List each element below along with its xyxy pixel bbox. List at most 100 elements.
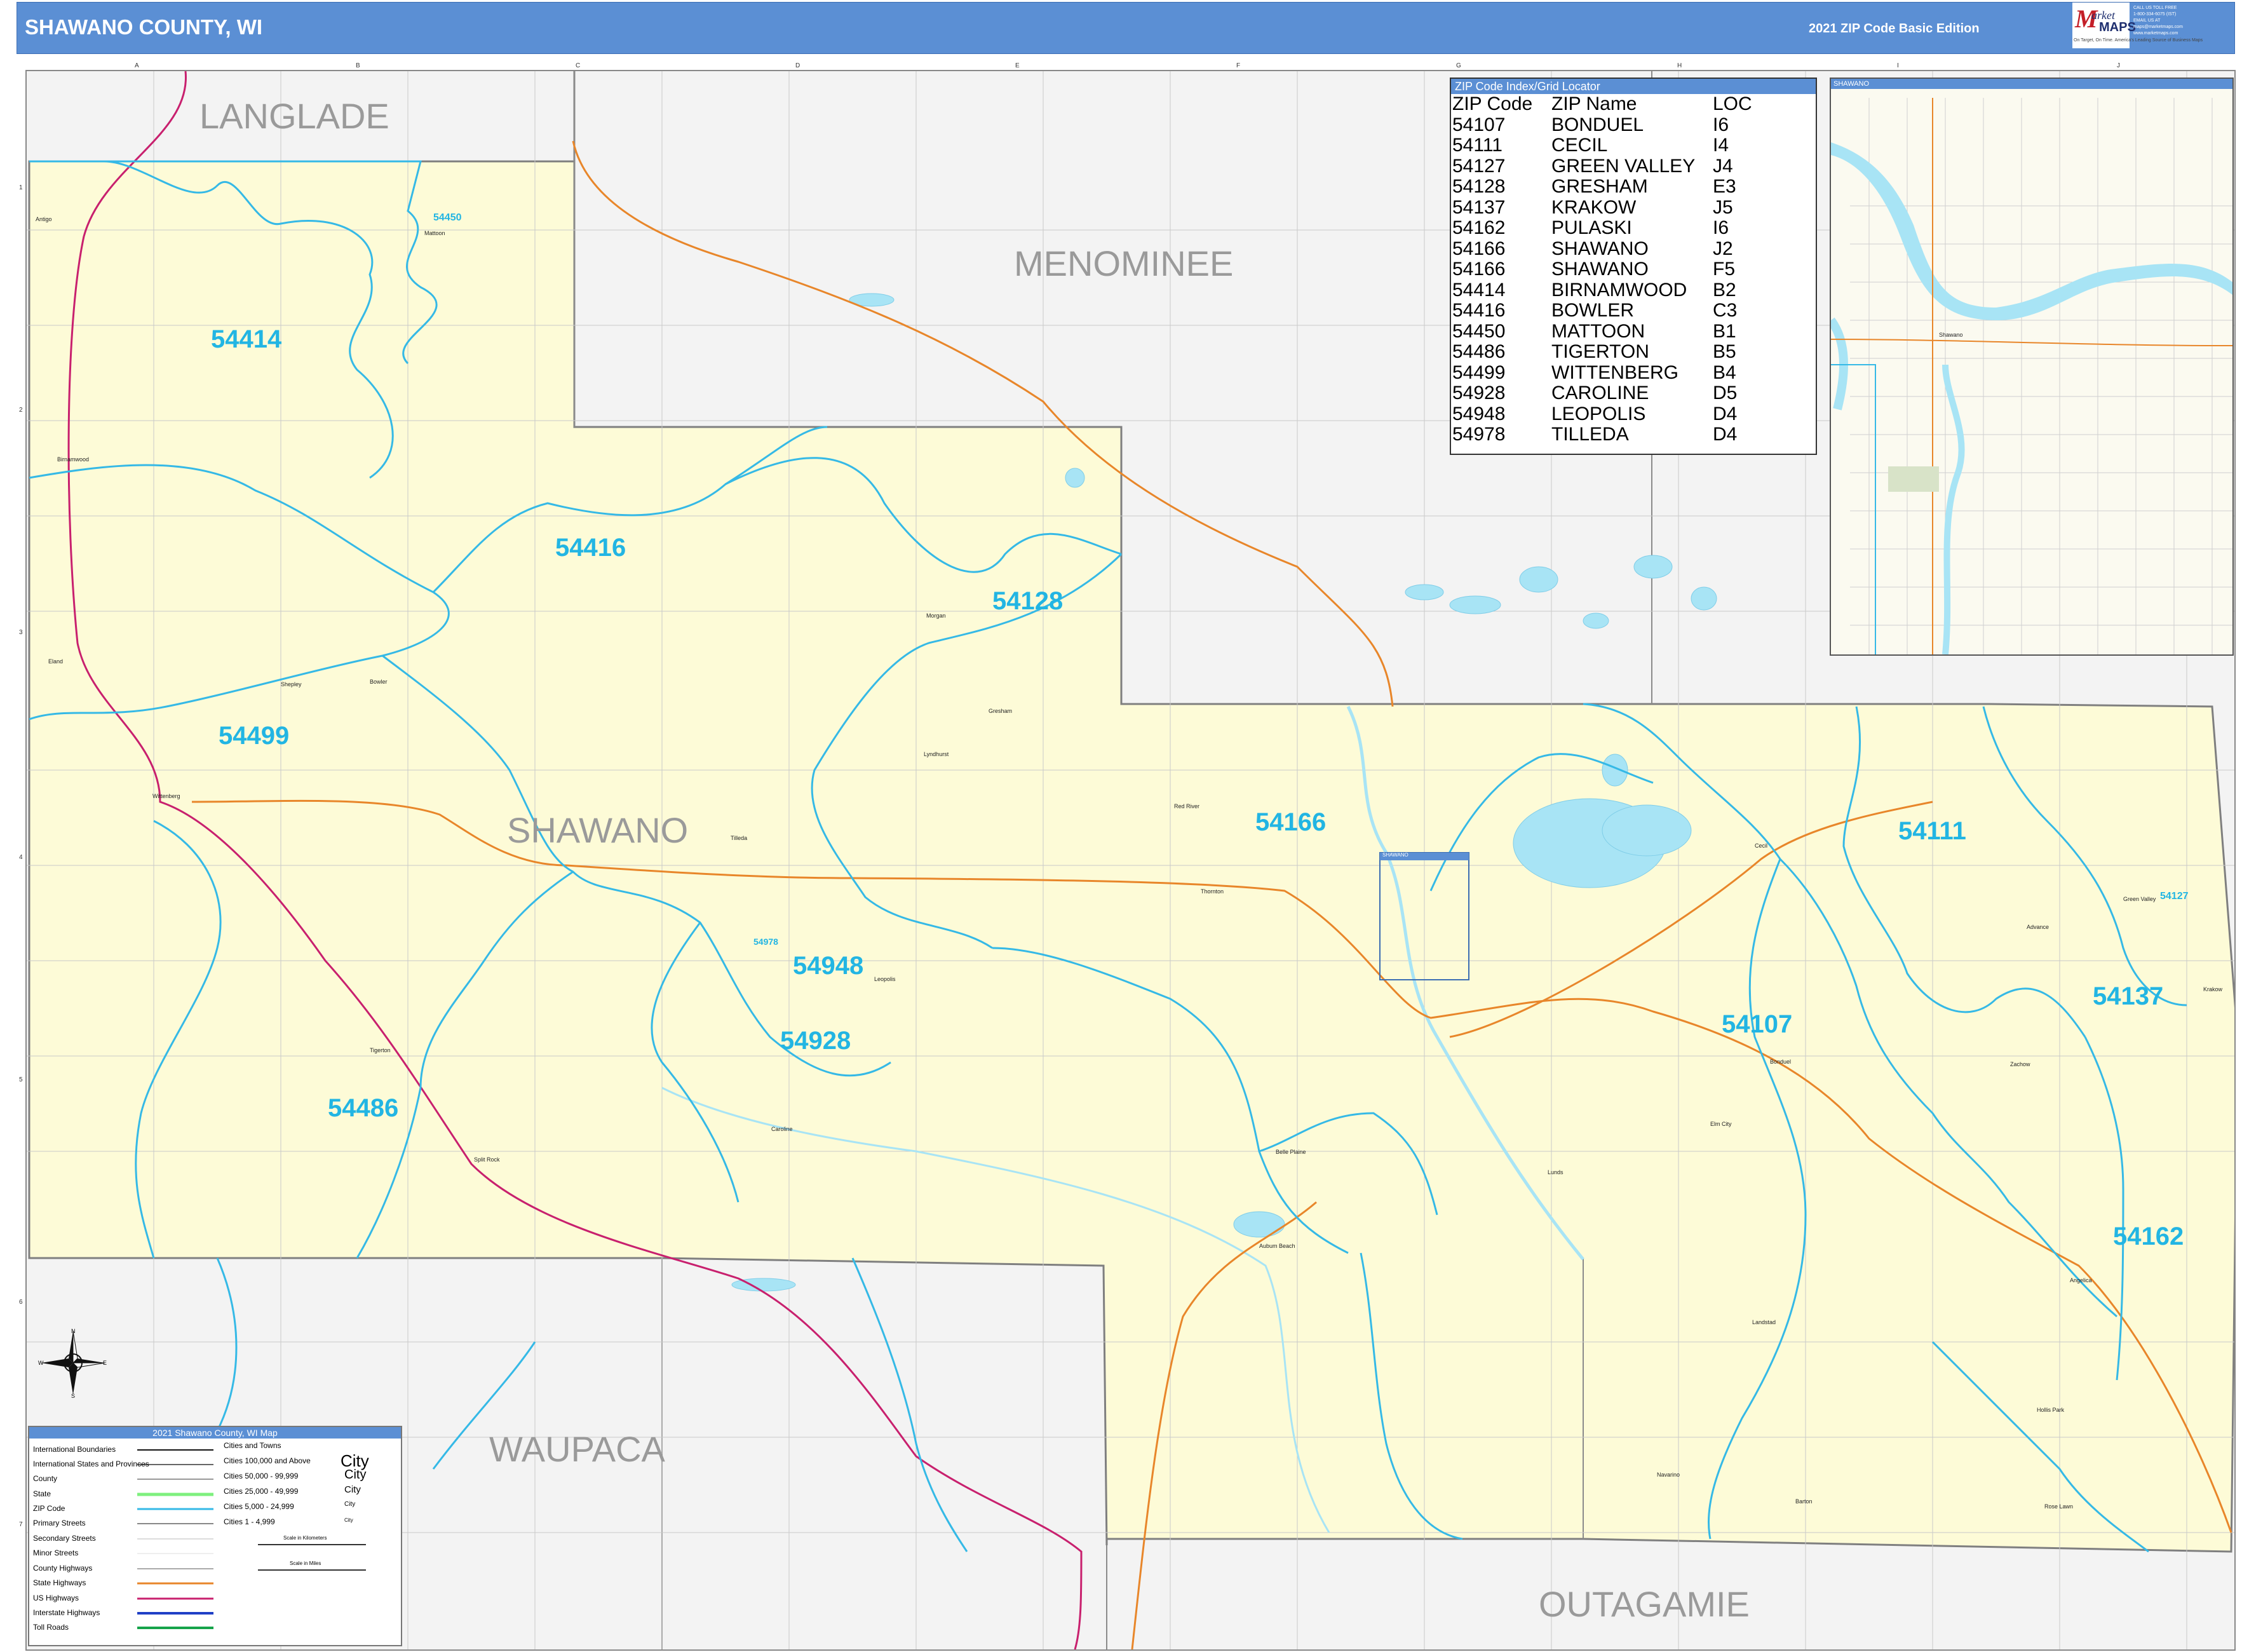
town-label: Mattoon: [424, 230, 445, 236]
zip-index-name: SHAWANO: [1551, 259, 1649, 280]
zip-index-row: 54127 GREEN VALLEY J4: [1452, 156, 1752, 177]
county-label-langlade: LANGLADE: [199, 96, 389, 136]
zip-index-col: LOC: [1713, 93, 1752, 114]
zip-index-code: 54166: [1452, 238, 1506, 259]
legend-city-class: Cities 100,000 and Above: [224, 1456, 311, 1465]
inset-map: [1831, 98, 2232, 654]
legend-city-class: Cities 1 - 4,999: [224, 1517, 275, 1526]
zip-index-name: WITTENBERG: [1551, 362, 1678, 383]
zip-index-row: 54928 CAROLINE D5: [1452, 383, 1752, 404]
zip-index-loc: D4: [1713, 403, 1738, 424]
map-title: SHAWANO COUNTY, WI: [25, 15, 263, 39]
zip-label: 54928: [780, 1027, 851, 1055]
zip-index-loc: B2: [1713, 279, 1736, 301]
town-label: Bowler: [370, 679, 388, 685]
grid-row-label: 5: [19, 1076, 23, 1083]
town-label: Bonduel: [1770, 1059, 1792, 1065]
town-label: Rose Lawn: [2044, 1503, 2074, 1510]
town-label: Caroline: [771, 1126, 793, 1132]
grid-col-label: G: [1456, 62, 1461, 69]
zip-index-code: 54137: [1452, 196, 1506, 218]
contact-line: CALL US TOLL FREE: [2133, 6, 2177, 10]
town-label: Angelica: [2070, 1277, 2092, 1283]
zip-index-code: 54111: [1452, 135, 1503, 156]
zip-index-name: BOWLER: [1551, 300, 1635, 321]
city-inset-marker-label: SHAWANO: [1382, 852, 1408, 858]
county-label-outagamie: OUTAGAMIE: [1539, 1584, 1750, 1624]
shawano-city-inset[interactable]: SHAWANO Shawano: [1830, 78, 2234, 656]
legend-city-sample: City: [344, 1517, 353, 1523]
zip-index-col: ZIP Code: [1452, 93, 1533, 114]
grid-row-label: 2: [19, 407, 23, 414]
town-label: Red River: [1174, 803, 1200, 809]
zip-index-row: 54166 SHAWANO J2: [1452, 238, 1752, 260]
zip-index-loc: E3: [1713, 176, 1736, 197]
zip-index-col: ZIP Name: [1551, 93, 1637, 114]
zip-label: 54416: [555, 534, 626, 562]
contact-line: 1-800-334-6075 (IST): [2133, 12, 2177, 17]
zip-index-code: 54948: [1452, 403, 1506, 424]
grid-row-label: 6: [19, 1299, 23, 1306]
zip-index-loc: D4: [1713, 424, 1738, 445]
town-label: Aubum Beach: [1259, 1243, 1295, 1249]
contact-line: www.marketmaps.com: [2133, 31, 2178, 36]
compass-rose-icon: N S W E: [38, 1328, 107, 1398]
county-label-menominee: MENOMINEE: [1014, 243, 1234, 283]
zip-label: 54499: [219, 722, 290, 750]
zip-index-loc: J4: [1713, 155, 1733, 177]
legend-city-class: Cities 5,000 - 24,999: [224, 1502, 294, 1511]
zip-index-loc: B5: [1713, 341, 1736, 362]
zip-index-code: 54107: [1452, 114, 1506, 135]
zip-index-row: 54414 BIRNAMWOOD B2: [1452, 280, 1752, 301]
zip-label: 54111: [1898, 817, 1966, 845]
zip-index-code: 54450: [1452, 320, 1506, 342]
zip-index-row: 54111 CECIL I4: [1452, 135, 1752, 156]
contact-info: CALL US TOLL FREE 1-800-334-6075 (IST) E…: [2133, 5, 2229, 47]
county-label-shawano: SHAWANO: [507, 810, 689, 850]
town-label: Wittenberg: [152, 793, 180, 799]
legend-cities-header: Cities and Towns: [224, 1441, 281, 1450]
town-label: Tigerton: [370, 1047, 391, 1053]
legend-city-sample: City: [344, 1501, 356, 1508]
zip-index-row: 54162 PULASKI I6: [1452, 217, 1752, 239]
grid-col-label: A: [135, 62, 139, 69]
zip-index-name: GRESHAM: [1551, 176, 1648, 197]
town-label: Advance: [2027, 924, 2050, 930]
legend-item: State Highways: [33, 1578, 86, 1587]
map-header: SHAWANO COUNTY, WI 2021 ZIP Code Basic E…: [17, 2, 2235, 54]
zip-label: 54948: [793, 952, 864, 980]
zip-index-table: ZIP Code ZIP Name LOC 54107 BONDUEL I6 5411…: [1452, 93, 1752, 445]
zip-index-loc: C3: [1713, 300, 1738, 321]
town-label: Eland: [48, 658, 64, 665]
zip-index-name: PULASKI: [1551, 217, 1632, 238]
grid-col-label: B: [356, 62, 360, 69]
town-label: Lunds: [1548, 1169, 1563, 1175]
zip-index-name: CECIL: [1551, 135, 1608, 156]
zip-index-name: GREEN VALLEY: [1551, 155, 1696, 177]
contact-line: EMAIL US AT: [2133, 18, 2161, 23]
compass-n: N: [71, 1328, 76, 1334]
zip-index-loc: D5: [1713, 383, 1738, 403]
grid-row-label: 7: [19, 1521, 23, 1528]
town-label: Shepley: [281, 681, 302, 687]
town-label: Lyndhurst: [924, 751, 949, 757]
zip-label: 54414: [211, 325, 282, 353]
zip-index-name: TILLEDA: [1551, 424, 1629, 445]
grid-col-label: D: [795, 62, 800, 69]
zip-index-code: 54499: [1452, 362, 1506, 383]
zip-index-loc: J2: [1713, 238, 1733, 259]
legend-item: Minor Streets: [33, 1548, 79, 1557]
town-label: Thornton: [1201, 888, 1224, 895]
town-label: Landstad: [1752, 1319, 1776, 1325]
zip-index-name: SHAWANO: [1551, 238, 1649, 259]
compass-w: W: [38, 1360, 44, 1366]
grid-col-label: E: [1015, 62, 1020, 69]
legend-city-class: Cities 25,000 - 49,999: [224, 1487, 299, 1496]
zip-label: 54486: [328, 1094, 399, 1122]
zip-index-name: BIRNAMWOOD: [1551, 279, 1687, 301]
zip-index-name: MATTOON: [1551, 320, 1645, 342]
zip-index-code: 54486: [1452, 341, 1506, 362]
map-legend: 2021 Shawano County, WI Map Internationa…: [28, 1426, 402, 1646]
town-label: Birnamwood: [57, 456, 90, 463]
zip-index-header: ZIP Code Index/Grid Locator: [1451, 79, 1816, 94]
